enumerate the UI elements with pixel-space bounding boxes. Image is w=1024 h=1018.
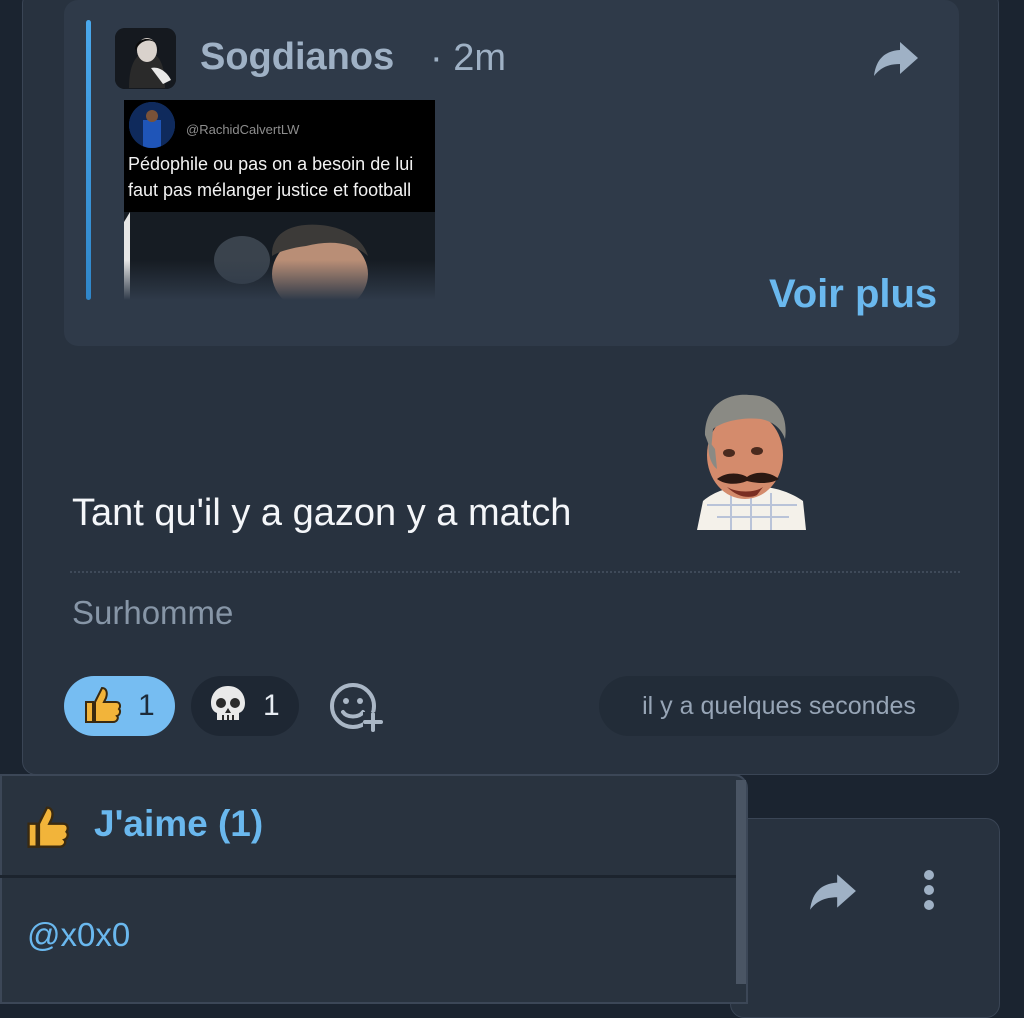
panel-divider [0, 875, 736, 878]
embed-handle: @RachidCalvertLW [186, 122, 300, 137]
skull-icon [209, 684, 247, 729]
thumbs-up-icon [24, 803, 70, 849]
embedded-tweet-image[interactable]: @RachidCalvertLW Pédophile ou pas on a b… [124, 100, 435, 300]
quote-accent-bar [86, 20, 91, 300]
embed-avatar [129, 102, 175, 148]
next-post-card [730, 818, 1000, 1018]
user-signature: Surhomme [72, 594, 234, 631]
embed-text-line: Pédophile ou pas on a besoin de lui [128, 154, 414, 174]
more-options-icon[interactable] [918, 868, 940, 914]
share-icon[interactable] [872, 38, 920, 78]
share-icon[interactable] [808, 870, 858, 912]
author-avatar[interactable] [115, 28, 176, 89]
reaction-skull-button[interactable]: 1 [191, 676, 299, 736]
laughing-man-sticker [697, 393, 806, 530]
thumbs-up-icon [82, 684, 122, 729]
embed-text-line: faut pas mélanger justice et football [128, 180, 412, 200]
likes-panel-title: J'aime (1) [94, 803, 264, 844]
signature-divider [70, 571, 960, 573]
liker-username-link[interactable]: @x0x0 [27, 916, 130, 954]
quote-time: · 2m [430, 37, 506, 79]
comment-text: Tant qu'il y a gazon y a match [72, 492, 572, 534]
post-timestamp: il y a quelques secondes [599, 676, 959, 736]
add-reaction-icon[interactable] [327, 682, 385, 732]
panel-scrollbar[interactable] [736, 780, 746, 984]
see-more-link[interactable]: Voir plus [769, 272, 937, 317]
reaction-count: 1 [263, 689, 280, 722]
author-name[interactable]: Sogdianos [200, 36, 394, 79]
reaction-count: 1 [138, 689, 155, 722]
reaction-like-button[interactable]: 1 [64, 676, 175, 736]
